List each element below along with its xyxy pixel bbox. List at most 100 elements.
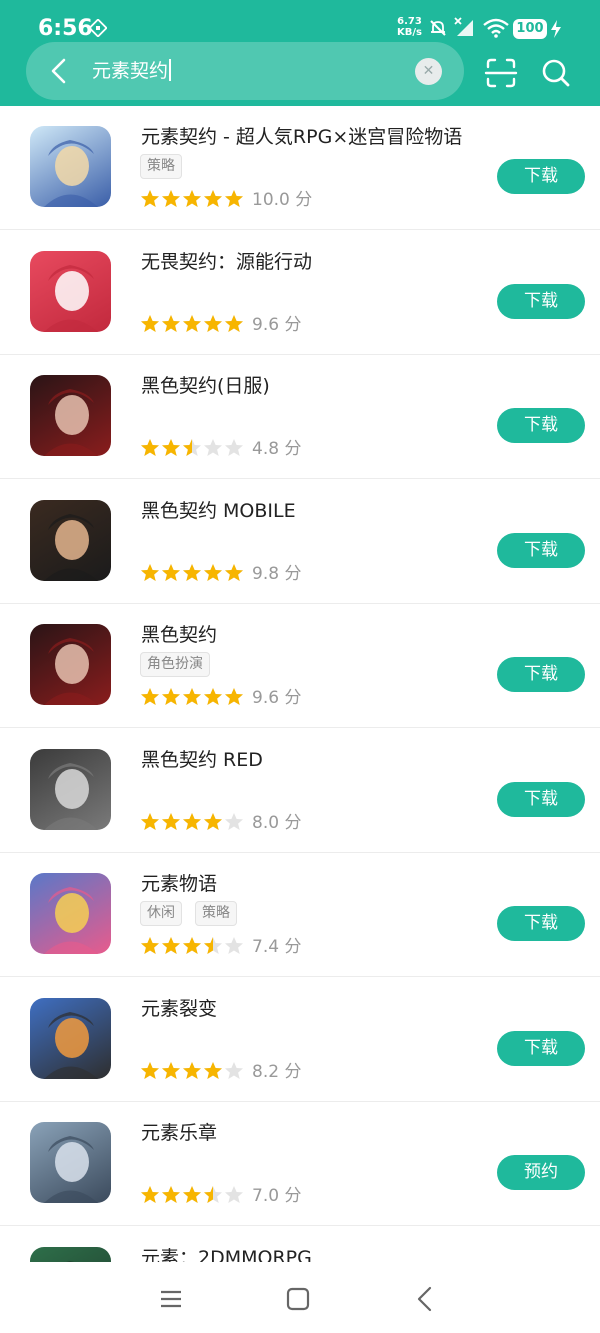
download-button[interactable]: 下载 bbox=[497, 906, 585, 941]
menu-icon bbox=[161, 1290, 181, 1308]
star-icon bbox=[162, 1186, 180, 1203]
search-box[interactable]: 元素契约 ✕ bbox=[26, 42, 464, 100]
status-time: 6:56 bbox=[38, 16, 93, 41]
star-icon bbox=[141, 563, 159, 581]
nav-menu-button[interactable] bbox=[156, 1284, 186, 1314]
top-bar: 6:56 6.73 KB/s 100 元素契约 ✕ bbox=[0, 0, 600, 106]
app-icon[interactable] bbox=[30, 250, 111, 332]
app-name[interactable]: 元素契约 - 超人気RPG×迷宫冒险物语 bbox=[141, 124, 462, 150]
category-tag[interactable]: 休闲 bbox=[140, 901, 182, 926]
rating-stars bbox=[141, 937, 243, 954]
app-name[interactable]: 元素乐章 bbox=[141, 1120, 217, 1146]
star-icon bbox=[183, 439, 201, 456]
charging-icon bbox=[550, 20, 562, 42]
rating-score: 8.2 分 bbox=[252, 1061, 302, 1082]
clear-search-button[interactable]: ✕ bbox=[415, 58, 442, 85]
list-item[interactable]: 黑色契约 RED 8.0 分 下载 bbox=[0, 729, 600, 853]
app-icon[interactable] bbox=[30, 1122, 111, 1203]
nav-back-button[interactable] bbox=[410, 1284, 440, 1314]
app-icon[interactable] bbox=[30, 997, 111, 1079]
app-artwork-icon bbox=[44, 638, 98, 705]
star-icon bbox=[183, 812, 201, 830]
search-button[interactable] bbox=[537, 54, 575, 92]
list-item[interactable]: 黑色契约 角色扮演 9.6 分 下载 bbox=[0, 604, 600, 728]
star-icon bbox=[204, 1061, 222, 1079]
wifi-icon bbox=[483, 18, 509, 42]
tag-list: 休闲 策略 bbox=[140, 901, 250, 926]
app-artwork-icon bbox=[44, 513, 98, 581]
search-query: 元素契约 bbox=[92, 60, 169, 82]
list-item[interactable]: 元素契约 - 超人気RPG×迷宫冒险物语 策略 10.0 分 下载 bbox=[0, 106, 600, 230]
app-name[interactable]: 无畏契约：源能行动 bbox=[141, 249, 312, 275]
list-item[interactable]: 无畏契约：源能行动 9.6 分 下载 bbox=[0, 231, 600, 355]
category-tag[interactable]: 角色扮演 bbox=[140, 652, 210, 677]
download-button[interactable]: 下载 bbox=[497, 657, 585, 692]
app-name[interactable]: 黑色契约 MOBILE bbox=[141, 498, 296, 524]
scan-button[interactable] bbox=[482, 54, 520, 92]
search-results-list[interactable]: 元素契约 - 超人気RPG×迷宫冒险物语 策略 10.0 分下载 无畏契约：源能行动 9… bbox=[0, 106, 600, 1262]
rating-score: 8.0 分 bbox=[252, 812, 302, 833]
category-tag[interactable]: 策略 bbox=[195, 901, 237, 926]
rating-score: 9.8 分 bbox=[252, 563, 302, 584]
star-icon bbox=[183, 190, 201, 207]
app-name[interactable]: 黑色契约(日服) bbox=[141, 373, 270, 399]
star-icon bbox=[225, 1186, 243, 1203]
list-item[interactable]: 黑色契约 MOBILE 9.8 分 下载 bbox=[0, 480, 600, 604]
star-icon bbox=[162, 812, 180, 830]
rating-score: 10.0 分 bbox=[252, 190, 313, 210]
star-icon bbox=[162, 563, 180, 581]
rating-stars bbox=[141, 190, 243, 207]
app-name[interactable]: 黑色契约 RED bbox=[141, 747, 263, 773]
app-name[interactable]: 元素裂变 bbox=[141, 996, 217, 1022]
download-button[interactable]: 下载 bbox=[497, 159, 585, 194]
star-icon bbox=[141, 1061, 159, 1079]
nav-home-button[interactable] bbox=[283, 1284, 313, 1314]
download-button[interactable]: 下载 bbox=[497, 408, 585, 443]
star-icon bbox=[141, 439, 159, 456]
list-item[interactable]: 黑色契约(日服) 4.8 分 下载 bbox=[0, 355, 600, 479]
status-bar: 6:56 6.73 KB/s 100 bbox=[0, 0, 600, 48]
app-icon[interactable] bbox=[30, 375, 111, 456]
search-input[interactable]: 元素契约 bbox=[92, 58, 171, 84]
app-artwork-icon bbox=[64, 1260, 77, 1262]
rating-stars bbox=[141, 812, 243, 830]
rating-stars bbox=[141, 1186, 243, 1203]
app-name[interactable]: 元素物语 bbox=[141, 871, 217, 897]
network-speed: 6.73 KB/s bbox=[397, 16, 422, 38]
list-item[interactable]: 元素物语 休闲 策略 7.4 分下载 bbox=[0, 853, 600, 977]
download-button[interactable]: 下载 bbox=[497, 283, 585, 319]
category-tag[interactable]: 策略 bbox=[140, 154, 182, 179]
app-icon[interactable] bbox=[30, 126, 111, 207]
search-icon bbox=[542, 59, 570, 87]
rating-score: 4.8 分 bbox=[252, 439, 302, 459]
tag-list: 策略 bbox=[140, 154, 195, 179]
rating-score: 9.6 分 bbox=[252, 314, 302, 335]
back-button[interactable] bbox=[40, 51, 80, 91]
app-icon[interactable] bbox=[30, 624, 111, 705]
star-icon bbox=[183, 1061, 201, 1079]
app-artwork-icon bbox=[44, 389, 98, 456]
star-icon bbox=[225, 563, 243, 581]
app-name[interactable]: 黑色契约 bbox=[141, 622, 217, 648]
app-name[interactable]: 元素：2DMMORPG bbox=[141, 1245, 312, 1263]
list-item[interactable]: 元素乐章 7.0 分 预约 bbox=[0, 1102, 600, 1226]
app-artwork-icon bbox=[44, 264, 98, 332]
download-button[interactable]: 下载 bbox=[497, 1030, 585, 1066]
star-icon bbox=[183, 688, 201, 705]
app-icon[interactable] bbox=[30, 873, 111, 954]
download-button[interactable]: 下载 bbox=[497, 532, 585, 568]
app-icon[interactable] bbox=[30, 499, 111, 581]
star-icon bbox=[162, 688, 180, 705]
star-icon bbox=[162, 314, 180, 332]
star-icon bbox=[162, 1061, 180, 1079]
download-button[interactable]: 下载 bbox=[497, 781, 585, 817]
list-item[interactable]: 元素：2DMMORPG bbox=[0, 1227, 600, 1263]
app-icon[interactable] bbox=[30, 748, 111, 830]
rating-stars bbox=[141, 563, 243, 581]
reserve-button[interactable]: 预约 bbox=[497, 1155, 585, 1190]
star-icon bbox=[183, 1186, 201, 1203]
app-icon[interactable] bbox=[30, 1246, 111, 1262]
list-item[interactable]: 元素裂变 8.2 分 下载 bbox=[0, 978, 600, 1102]
back-triangle-icon bbox=[417, 1286, 432, 1312]
star-icon bbox=[141, 937, 159, 954]
